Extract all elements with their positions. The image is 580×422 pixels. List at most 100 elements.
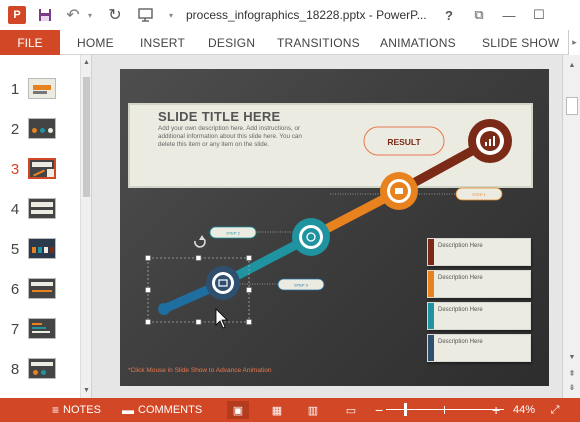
tab-file[interactable]: FILE [0, 30, 60, 55]
notes-button[interactable]: ≡ NOTES [52, 398, 101, 422]
customize-toolbar-icon[interactable]: ▾ [164, 0, 178, 30]
zoom-in-button[interactable]: + [492, 398, 500, 422]
description-box-3[interactable]: Description Here [427, 302, 531, 330]
description-box-1[interactable]: Description Here [427, 238, 531, 266]
step-3-label: STEP 3 [294, 283, 308, 288]
scroll-up-icon[interactable]: ▲ [563, 59, 580, 71]
ribbon-scroll-right-icon[interactable]: ▸ [568, 30, 580, 55]
notes-icon: ≡ [52, 403, 60, 417]
ribbon-display-options-button[interactable]: ⧉ [466, 0, 492, 30]
description-color-bar [428, 303, 434, 329]
slide-thumbnail-8[interactable]: 8 [0, 355, 80, 385]
slide-number: 2 [10, 121, 20, 138]
help-button[interactable]: ? [436, 0, 462, 30]
slide-thumbnail-image [28, 278, 56, 299]
zoom-level[interactable]: 44% [513, 398, 535, 422]
resize-handle[interactable] [246, 255, 252, 261]
slide-number: 5 [10, 241, 20, 258]
powerpoint-window: P ↶ ▾ ↻ ▾ process_infographics_18228.ppt… [0, 0, 580, 422]
description-color-bar [428, 271, 434, 297]
slide-thumbnail-pane: 1 2 3 4 5 6 7 8 ▲ ▼ [0, 55, 92, 398]
thumbs-up-icon [395, 188, 403, 194]
description-text: Description Here [438, 243, 483, 249]
previous-slide-icon[interactable]: ⇞ [563, 367, 580, 379]
slide-thumbnail-image [28, 118, 56, 139]
thumbnail-scrollbar[interactable]: ▲ ▼ [80, 55, 91, 398]
tab-design[interactable]: DESIGN [208, 30, 255, 55]
description-box-4[interactable]: Description Here [427, 334, 531, 362]
slide-thumbnail-image [28, 318, 56, 339]
slide-thumbnail-4[interactable]: 4 [0, 195, 80, 225]
result-label: RESULT [387, 137, 421, 147]
resize-handle[interactable] [246, 319, 252, 325]
tab-transitions[interactable]: TRANSITIONS [277, 30, 360, 55]
scroll-down-icon[interactable]: ▼ [563, 351, 580, 363]
description-box-2[interactable]: Description Here [427, 270, 531, 298]
slide-thumbnail-5[interactable]: 5 [0, 235, 80, 265]
comment-icon: ▬ [122, 403, 134, 417]
slide-thumbnail-2[interactable]: 2 [0, 115, 80, 145]
zoom-slider-center-mark [444, 406, 445, 414]
path-start-dot [158, 303, 170, 315]
slide-number: 4 [10, 201, 20, 218]
title-bar: P ↶ ▾ ↻ ▾ process_infographics_18228.ppt… [0, 0, 580, 30]
tab-slide-show[interactable]: SLIDE SHOW [482, 30, 559, 55]
scrollbar-thumb[interactable] [83, 77, 90, 197]
maximize-button[interactable]: ☐ [526, 0, 552, 30]
reading-view-icon[interactable]: ▥ [302, 401, 324, 419]
slide-thumbnail-3[interactable]: 3 [0, 155, 80, 185]
scroll-down-icon[interactable]: ▼ [81, 385, 92, 396]
comments-label: COMMENTS [138, 404, 203, 416]
slide-number: 3 [10, 161, 20, 178]
description-color-bar [428, 239, 434, 265]
slide-number: 8 [10, 361, 20, 378]
resize-handle[interactable] [145, 319, 151, 325]
resize-handle[interactable] [145, 255, 151, 261]
slide-thumbnail-image [28, 238, 56, 259]
comments-button[interactable]: ▬ COMMENTS [122, 398, 202, 422]
resize-handle[interactable] [195, 319, 202, 325]
slide-thumbnail-7[interactable]: 7 [0, 315, 80, 345]
save-icon[interactable] [34, 0, 56, 30]
slide-thumbnail-6[interactable]: 6 [0, 275, 80, 305]
resize-handle[interactable] [246, 287, 252, 293]
slide-canvas[interactable]: SLIDE TITLE HERE Add your own descriptio… [120, 69, 549, 386]
description-text: Description Here [438, 307, 483, 313]
slide-thumbnail-image [28, 198, 56, 219]
normal-view-icon[interactable]: ▣ [227, 401, 249, 419]
next-slide-icon[interactable]: ⇟ [563, 381, 580, 393]
zoom-slider-thumb[interactable] [404, 403, 407, 416]
rotate-handle-icon[interactable] [194, 238, 206, 248]
scroll-up-icon[interactable]: ▲ [81, 57, 92, 68]
document-title: process_infographics_18228.pptx - PowerP… [186, 8, 427, 22]
scrollbar-thumb[interactable] [566, 97, 578, 115]
resize-handle[interactable] [195, 255, 202, 261]
fit-to-window-icon[interactable]: ⤢ [544, 401, 566, 419]
slide-number: 6 [10, 281, 20, 298]
repeat-icon[interactable]: ↻ [104, 0, 126, 30]
slide-thumbnail-1[interactable]: 1 [0, 75, 80, 105]
ribbon-tabs: FILE HOME INSERT DESIGN TRANSITIONS ANIM… [0, 30, 580, 55]
slide-number: 7 [10, 321, 20, 338]
powerpoint-logo-icon: P [6, 0, 28, 30]
animation-note[interactable]: *Click Mouse in Slide Show to Advance An… [128, 367, 271, 374]
tab-home[interactable]: HOME [77, 30, 114, 55]
description-text: Description Here [438, 339, 483, 345]
tab-insert[interactable]: INSERT [140, 30, 185, 55]
slide-thumbnail-image [28, 78, 56, 99]
undo-icon[interactable]: ↶ [62, 0, 84, 30]
slide-show-icon[interactable]: ▭ [340, 401, 362, 419]
mouse-cursor-icon [215, 308, 228, 329]
notes-label: NOTES [63, 404, 101, 416]
slide-scrollbar[interactable]: ▲ ▼ ⇞ ⇟ [562, 55, 580, 398]
slide-sorter-icon[interactable]: ▦ [266, 401, 288, 419]
start-from-beginning-icon[interactable] [134, 0, 158, 30]
tab-animations[interactable]: ANIMATIONS [380, 30, 456, 55]
description-color-bar [428, 335, 434, 361]
resize-handle[interactable] [145, 287, 151, 293]
zoom-out-button[interactable]: − [375, 398, 383, 422]
slide-thumbnail-image [28, 358, 56, 379]
minimize-button[interactable]: — [496, 0, 522, 30]
undo-dropdown-icon[interactable]: ▾ [84, 0, 96, 30]
slide-number: 1 [10, 81, 20, 98]
